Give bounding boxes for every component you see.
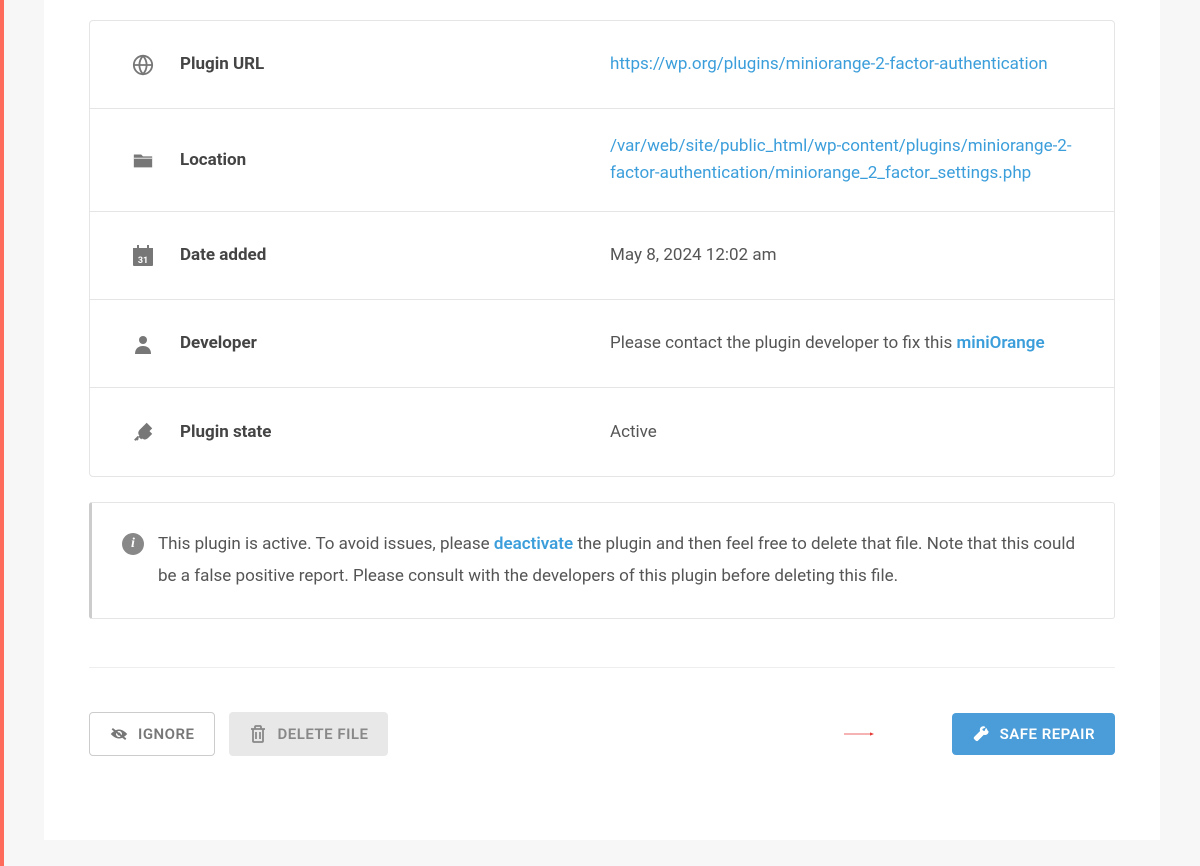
row-plugin-state: Plugin state Active	[90, 388, 1114, 476]
ignore-button[interactable]: IGNORE	[89, 712, 215, 756]
label-text-location: Location	[180, 147, 246, 174]
info-text-1: This plugin is active. To avoid issues, …	[158, 534, 494, 554]
row-plugin-url: Plugin URL https://wp.org/plugins/minior…	[90, 21, 1114, 109]
deactivate-link[interactable]: deactivate	[494, 534, 573, 554]
value-plugin-url: https://wp.org/plugins/miniorange-2-fact…	[610, 27, 1114, 102]
value-developer: Please contact the plugin developer to f…	[610, 306, 1114, 381]
label-location: Location	[90, 123, 610, 198]
wrench-icon	[972, 725, 990, 743]
actions-left: IGNORE DELETE FILE	[89, 712, 388, 756]
repair-label: SAFE REPAIR	[1000, 725, 1095, 743]
delete-file-button[interactable]: DELETE FILE	[229, 712, 388, 756]
info-icon: i	[122, 533, 144, 555]
eye-off-icon	[110, 725, 128, 743]
label-text-plugin-url: Plugin URL	[180, 51, 264, 78]
info-text: This plugin is active. To avoid issues, …	[158, 529, 1084, 592]
row-date-added: 31 Date added May 8, 2024 12:02 am	[90, 212, 1114, 300]
value-date-added: May 8, 2024 12:02 am	[610, 218, 1114, 293]
label-plugin-url: Plugin URL	[90, 27, 610, 102]
label-text-developer: Developer	[180, 330, 257, 357]
actions-bar: IGNORE DELETE FILE	[89, 712, 1115, 756]
row-location: Location /var/web/site/public_html/wp-co…	[90, 109, 1114, 212]
globe-icon	[132, 54, 154, 76]
svg-text:31: 31	[138, 256, 148, 266]
folder-icon	[132, 149, 154, 171]
ignore-label: IGNORE	[138, 725, 194, 743]
arrow-annotation	[784, 732, 934, 736]
calendar-icon: 31	[132, 245, 154, 267]
location-link[interactable]: /var/web/site/public_html/wp-content/plu…	[610, 136, 1072, 183]
panel-outer: Plugin URL https://wp.org/plugins/minior…	[0, 0, 1200, 866]
divider	[89, 667, 1115, 668]
value-location: /var/web/site/public_html/wp-content/plu…	[610, 109, 1114, 211]
developer-prefix: Please contact the plugin developer to f…	[610, 333, 957, 353]
label-text-date-added: Date added	[180, 242, 266, 269]
details-table: Plugin URL https://wp.org/plugins/minior…	[89, 20, 1115, 477]
delete-label: DELETE FILE	[277, 725, 368, 743]
label-developer: Developer	[90, 306, 610, 381]
panel-inner: Plugin URL https://wp.org/plugins/minior…	[44, 0, 1160, 840]
person-icon	[132, 333, 154, 355]
safe-repair-button[interactable]: SAFE REPAIR	[952, 713, 1115, 755]
label-plugin-state: Plugin state	[90, 395, 610, 470]
row-developer: Developer Please contact the plugin deve…	[90, 300, 1114, 388]
actions-right: SAFE REPAIR	[784, 713, 1115, 755]
developer-link[interactable]: miniOrange	[957, 333, 1045, 353]
trash-icon	[249, 725, 267, 743]
label-text-plugin-state: Plugin state	[180, 419, 271, 446]
label-date-added: 31 Date added	[90, 218, 610, 293]
value-plugin-state: Active	[610, 395, 1114, 470]
info-box: i This plugin is active. To avoid issues…	[89, 502, 1115, 619]
plug-icon	[132, 421, 154, 443]
plugin-url-link[interactable]: https://wp.org/plugins/miniorange-2-fact…	[610, 54, 1048, 74]
